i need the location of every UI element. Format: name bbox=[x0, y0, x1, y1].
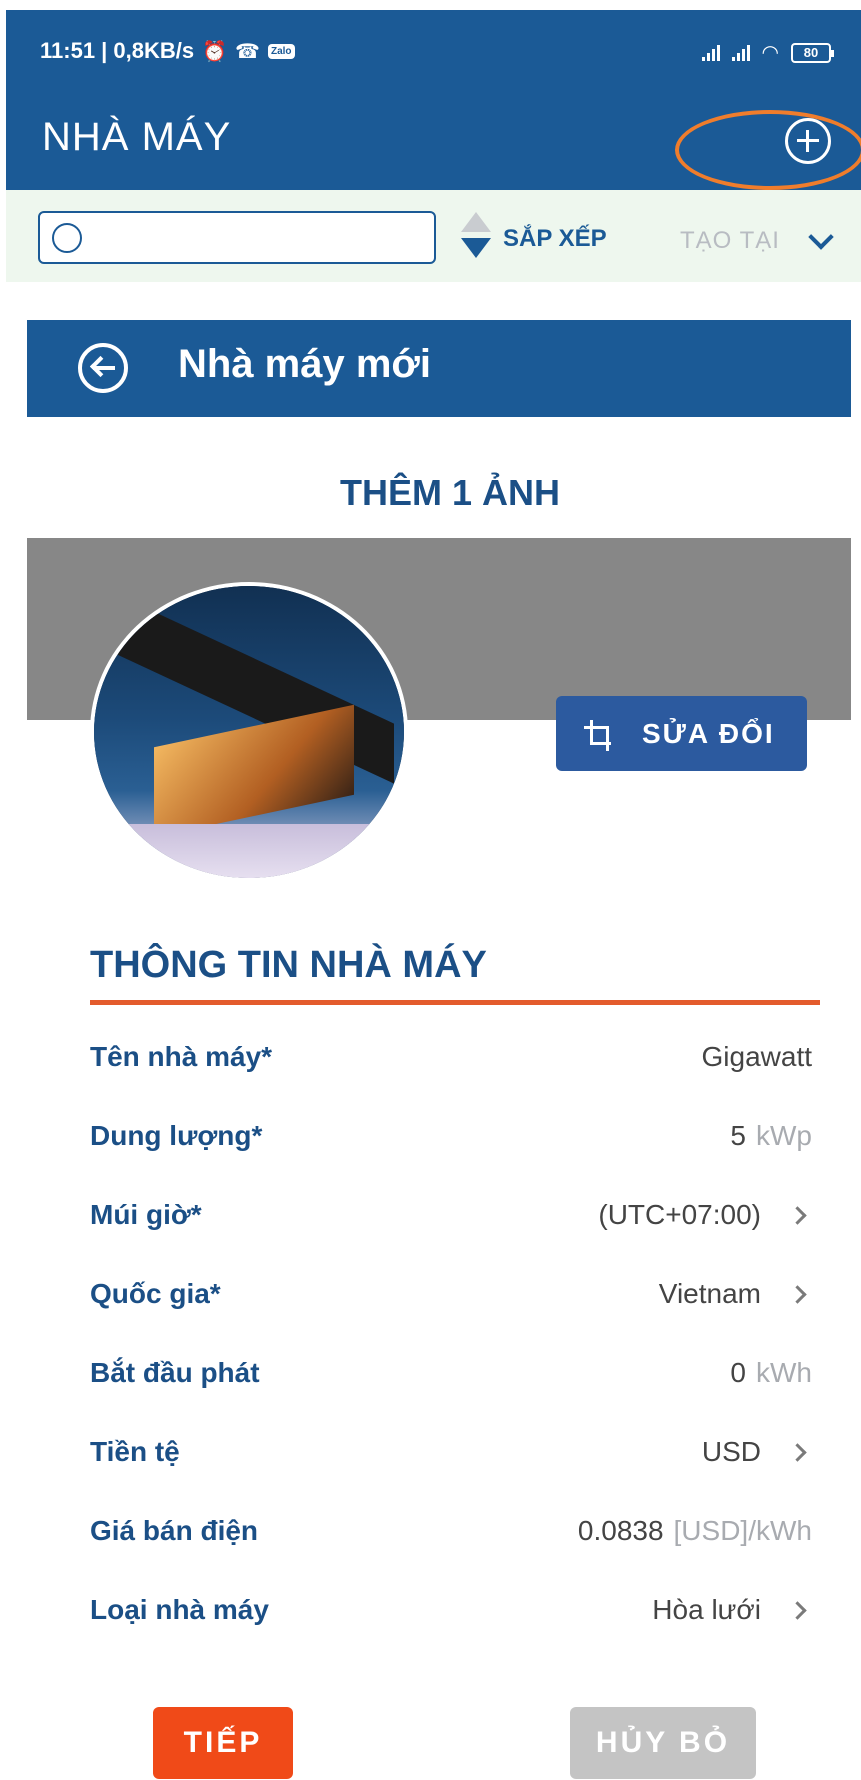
section-divider bbox=[90, 1000, 820, 1005]
crop-icon bbox=[584, 719, 612, 751]
back-arrow-icon[interactable] bbox=[78, 343, 128, 393]
add-photo-button[interactable]: THÊM 1 ẢNH bbox=[0, 472, 861, 514]
call-icon: ☎ bbox=[235, 40, 260, 63]
field-value: USD bbox=[702, 1436, 812, 1468]
factory-photo[interactable] bbox=[90, 582, 408, 882]
field-label: Giá bán điện bbox=[90, 1515, 259, 1546]
chevron-right-icon bbox=[788, 1442, 807, 1462]
zalo-icon: Zalo bbox=[267, 43, 295, 59]
battery-icon: 80 bbox=[791, 42, 834, 63]
edit-photo-button[interactable]: SỬA ĐỔI bbox=[556, 696, 807, 771]
status-icons: ◠ 80 bbox=[701, 40, 834, 65]
field-value: Hòa lưới bbox=[652, 1594, 812, 1626]
field-unit: kWp bbox=[756, 1120, 812, 1151]
section-title: THÔNG TIN NHÀ MÁY bbox=[90, 944, 487, 986]
edit-photo-label: SỬA ĐỔI bbox=[642, 717, 775, 749]
field-label: Loại nhà máy bbox=[90, 1594, 269, 1625]
field-factory-type[interactable]: Loại nhà máy Hòa lưới bbox=[90, 1590, 812, 1630]
field-value: 0.0838 [USD]/kWh bbox=[577, 1515, 812, 1546]
page-title: NHÀ MÁY bbox=[42, 115, 232, 159]
field-value: (UTC+07:00) bbox=[598, 1199, 812, 1231]
wifi-icon: ◠ bbox=[761, 42, 779, 64]
field-electricity-price[interactable]: Giá bán điện 0.0838 [USD]/kWh bbox=[90, 1511, 812, 1551]
status-bar: 11:51 | 0,8KB/s ⏰ ☎ Zalo bbox=[40, 38, 295, 64]
next-button[interactable]: TIẾP bbox=[153, 1707, 293, 1779]
created-at-filter[interactable]: TẠO TẠI bbox=[680, 227, 780, 255]
field-value: Vietnam bbox=[659, 1278, 812, 1310]
search-input[interactable] bbox=[90, 221, 420, 255]
field-initial-generation[interactable]: Bắt đầu phát 0 kWh bbox=[90, 1353, 812, 1393]
sort-icon[interactable] bbox=[459, 212, 493, 262]
signal-icon bbox=[701, 44, 720, 61]
alarm-icon: ⏰ bbox=[202, 40, 228, 63]
highlight-circle bbox=[675, 110, 861, 190]
status-time: 11:51 | 0,8KB/s bbox=[40, 38, 195, 63]
dialog-title: Nhà máy mới bbox=[178, 342, 431, 386]
field-value: 0 kWh bbox=[730, 1357, 812, 1388]
dialog-header bbox=[27, 320, 851, 417]
field-value: Gigawatt bbox=[701, 1041, 813, 1072]
field-capacity[interactable]: Dung lượng* 5 kWp bbox=[90, 1116, 812, 1156]
chevron-right-icon bbox=[788, 1284, 807, 1304]
field-label: Tiền tệ bbox=[90, 1436, 180, 1467]
field-country[interactable]: Quốc gia* Vietnam bbox=[90, 1274, 812, 1314]
field-unit: [USD]/kWh bbox=[673, 1515, 812, 1546]
signal-icon-2 bbox=[731, 44, 750, 61]
sort-button[interactable]: SẮP XẾP bbox=[503, 225, 607, 253]
field-label: Múi giờ* bbox=[90, 1199, 202, 1230]
chevron-right-icon bbox=[788, 1600, 807, 1620]
field-label: Bắt đầu phát bbox=[90, 1357, 260, 1388]
field-label: Quốc gia* bbox=[90, 1278, 221, 1309]
chevron-right-icon bbox=[788, 1205, 807, 1225]
field-currency[interactable]: Tiền tệ USD bbox=[90, 1432, 812, 1472]
field-factory-name[interactable]: Tên nhà máy* Gigawatt bbox=[90, 1037, 812, 1077]
field-unit: kWh bbox=[756, 1357, 812, 1388]
field-timezone[interactable]: Múi giờ* (UTC+07:00) bbox=[90, 1195, 812, 1235]
cancel-button[interactable]: HỦY BỎ bbox=[570, 1707, 756, 1779]
field-value: 5 kWp bbox=[730, 1120, 812, 1151]
search-icon bbox=[52, 223, 82, 253]
search-box[interactable] bbox=[38, 211, 436, 264]
field-label: Tên nhà máy* bbox=[90, 1041, 273, 1072]
field-label: Dung lượng* bbox=[90, 1120, 263, 1151]
